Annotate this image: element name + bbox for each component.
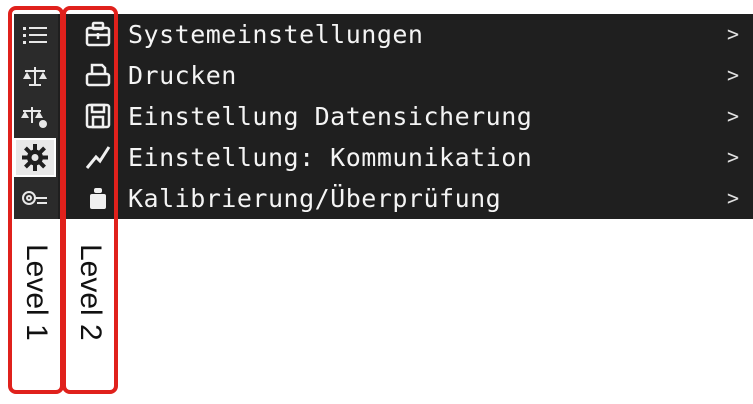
menu-item-kalibrierung[interactable]: Kalibrierung/Überprüfung >: [14, 178, 753, 219]
menu-item-datensicherung[interactable]: Einstellung Datensicherung >: [14, 96, 753, 137]
menu-item-drucken[interactable]: Drucken >: [14, 55, 753, 96]
menu-item-label: Einstellung: Kommunikation: [128, 143, 533, 172]
menu-item-label: Einstellung Datensicherung: [128, 102, 533, 131]
level2-label: Level 2: [74, 244, 107, 341]
chevron-right-icon: >: [726, 104, 739, 128]
chevron-right-icon: >: [726, 63, 739, 87]
menu-item-systemeinstellungen[interactable]: Systemeinstellungen >: [14, 14, 753, 55]
chevron-right-icon: >: [726, 22, 739, 46]
menu-item-label: Systemeinstellungen: [128, 20, 424, 49]
level1-label: Level 1: [20, 244, 53, 341]
menu-item-kommunikation[interactable]: Einstellung: Kommunikation >: [14, 137, 753, 178]
chevron-right-icon: >: [726, 145, 739, 169]
menu-item-label: Drucken: [128, 61, 237, 90]
chevron-right-icon: >: [726, 186, 739, 210]
menu-item-label: Kalibrierung/Überprüfung: [128, 184, 502, 213]
